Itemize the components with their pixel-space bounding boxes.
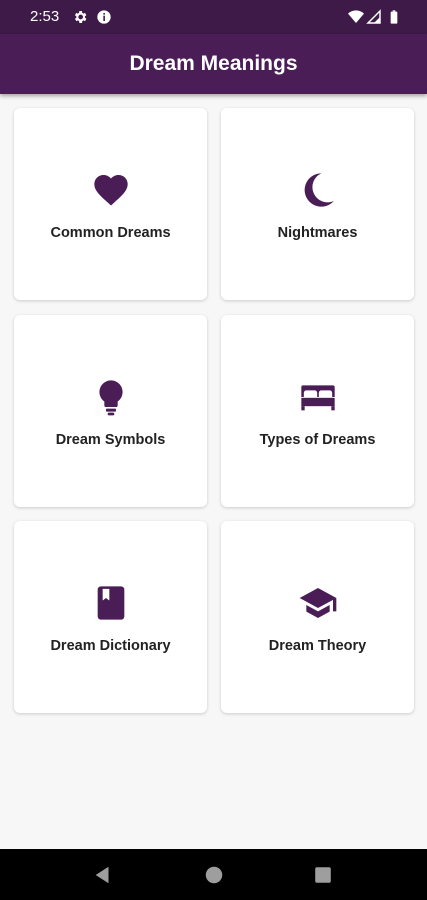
card-types-of-dreams[interactable]: Types of Dreams [221,315,414,507]
card-label: Dream Symbols [55,432,166,448]
card-common-dreams[interactable]: Common Dreams [14,108,207,300]
info-icon [97,10,111,24]
book-icon [97,586,124,620]
home-icon[interactable] [203,864,225,886]
card-dream-theory[interactable]: Dream Theory [221,521,414,713]
back-icon[interactable] [92,864,114,886]
card-dream-dictionary[interactable]: Dream Dictionary [14,521,207,713]
card-label: Common Dreams [50,225,171,241]
wifi-icon [348,10,364,23]
gear-icon [74,11,87,23]
recents-icon[interactable] [312,864,334,886]
status-time: 2:53 [30,8,60,25]
heart-icon [93,175,128,206]
card-label: Dream Dictionary [50,638,171,654]
moon-icon [304,173,334,207]
signal-icon [366,9,381,24]
card-label: Types of Dreams [259,432,376,448]
bed-icon [300,385,335,411]
card-dream-symbols[interactable]: Dream Symbols [14,315,207,507]
graduation-cap-icon [299,588,336,618]
card-label: Nightmares [277,225,358,241]
card-nightmares[interactable]: Nightmares [221,108,414,300]
app-bar: Dream Meanings [0,34,427,94]
system-nav-bar [0,849,427,900]
app-title: Dream Meanings [129,52,298,75]
status-bar: 2:53 [0,0,427,34]
lightbulb-icon [98,380,123,416]
card-label: Dream Theory [268,638,367,654]
battery-icon [390,10,398,24]
